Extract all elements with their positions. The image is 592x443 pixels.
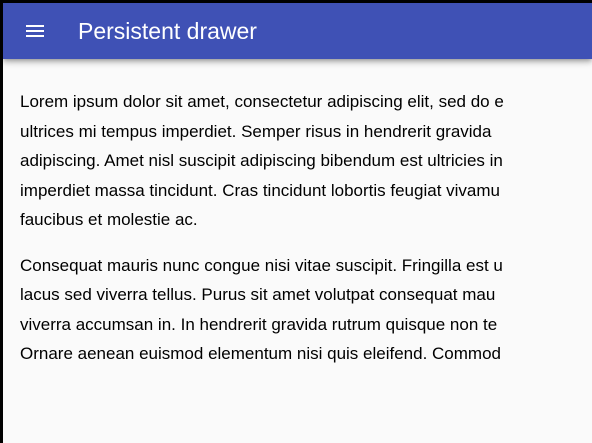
main-content: Lorem ipsum dolor sit amet, consectetur … [20,87,592,385]
app-window: Persistent drawer Lorem ipsum dolor sit … [3,3,592,443]
paragraph-line: viverra accumsan in. In hendrerit gravid… [20,314,498,334]
menu-button[interactable] [15,11,55,51]
paragraph-line: ultrices mi tempus imperdiet. Semper ris… [20,121,492,141]
paragraph-line: Lorem ipsum dolor sit amet, consectetur … [20,92,504,111]
paragraph-line: lacus sed viverra tellus. Purus sit amet… [20,285,496,304]
paragraph-1: Lorem ipsum dolor sit amet, consectetur … [20,87,592,235]
paragraph-line: Consequat mauris nunc congue nisi vitae … [20,255,503,275]
paragraph-line: imperdiet massa tincidunt. Cras tincidun… [20,180,500,200]
paragraph-line: faucibus et molestie ac. [20,210,198,229]
menu-icon [26,25,44,37]
paragraph-2: Consequat mauris nunc congue nisi vitae … [20,251,592,369]
app-bar: Persistent drawer [3,3,592,59]
paragraph-line: adipiscing. Amet nisl suscipit adipiscin… [20,151,503,170]
page-title: Persistent drawer [78,18,257,44]
paragraph-line: Ornare aenean euismod elementum nisi qui… [20,344,501,363]
